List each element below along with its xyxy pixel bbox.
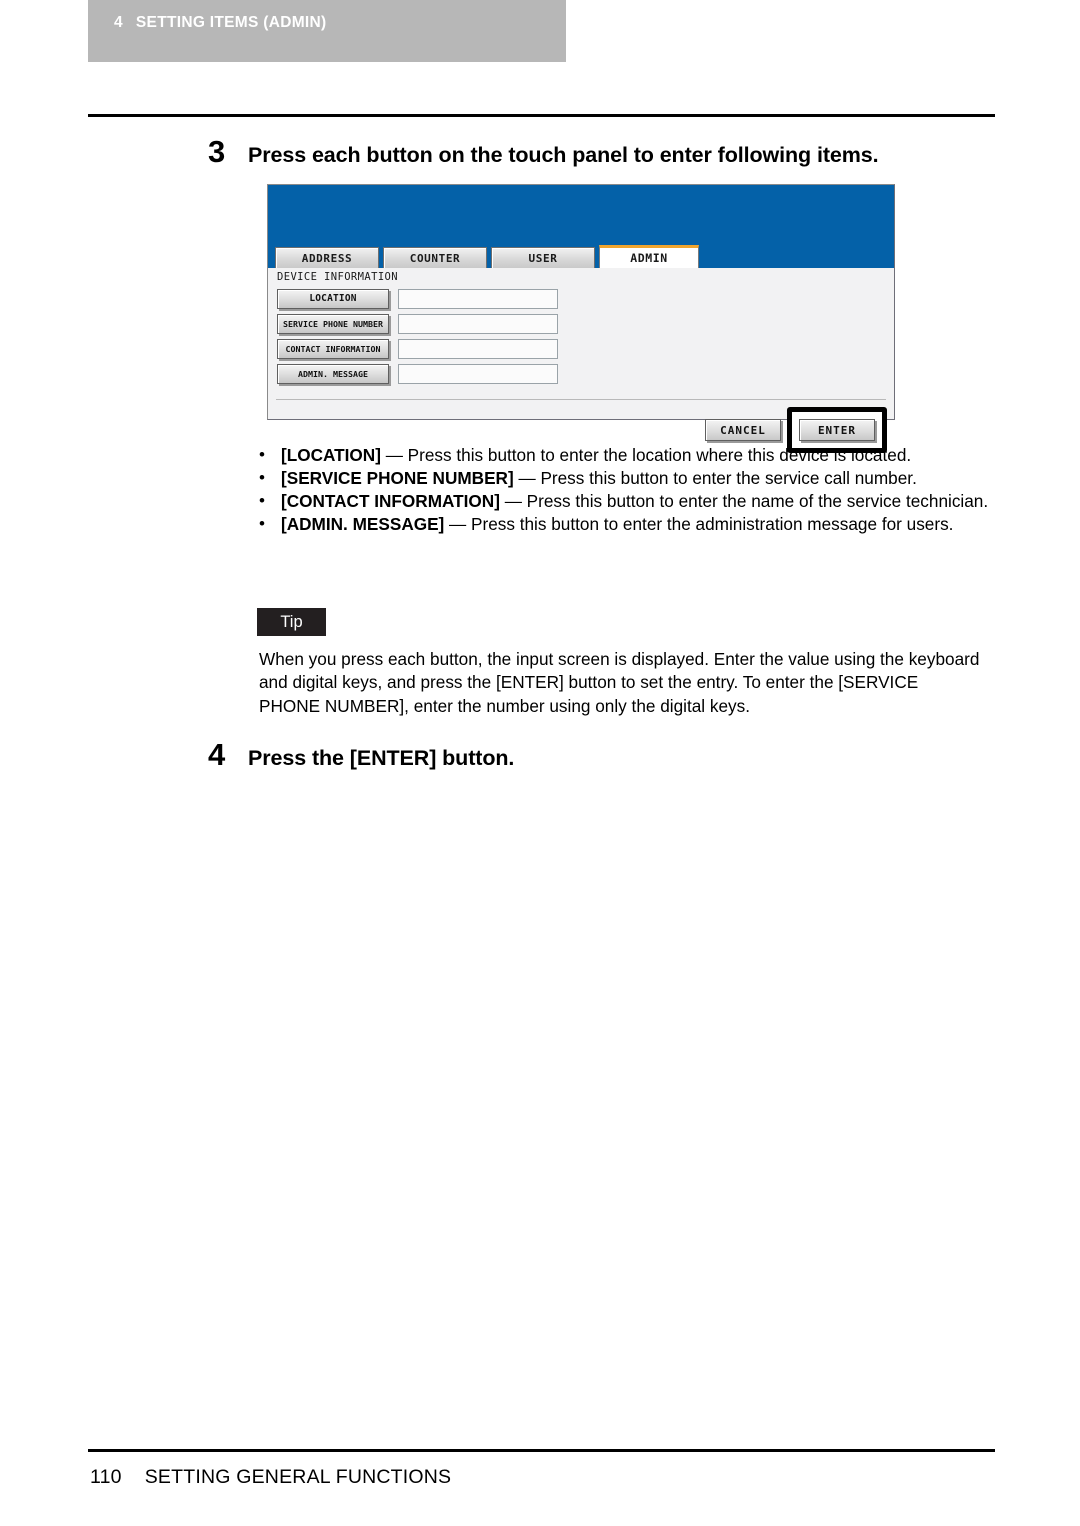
touch-panel-tabstrip: ADDRESS COUNTER USER ADMIN [268,245,894,268]
tab-counter[interactable]: COUNTER [383,247,487,268]
enter-button-label: ENTER [817,423,857,437]
location-button[interactable]: LOCATION [277,288,389,309]
page-number: 110 [90,1466,122,1488]
bullet-icon: • [259,513,265,533]
admin-message-button-label: ADMIN. MESSAGE [298,368,368,379]
step-3-number: 3 [208,134,226,169]
contact-information-button[interactable]: CONTACT INFORMATION [277,338,389,359]
list-item-description: — Press this button to enter the name of… [499,490,989,511]
tab-user-label: USER [528,251,558,265]
list-item-description: — Press this button to enter the adminis… [444,513,954,534]
list-item-body: [CONTACT INFORMATION] — Press this butto… [281,490,989,513]
tab-address[interactable]: ADDRESS [275,247,379,268]
field-row-service-phone-number: SERVICE PHONE NUMBER [277,313,567,334]
tab-address-label: ADDRESS [301,251,353,265]
service-phone-number-button-label: SERVICE PHONE NUMBER [283,318,383,329]
list-item-term: [CONTACT INFORMATION] [281,490,500,511]
running-head-chapter-number: 4 [114,14,123,31]
running-head-band: 4 SETTING ITEMS (ADMIN) [88,0,566,62]
bullet-icon: • [259,467,265,487]
cancel-button[interactable]: CANCEL [705,419,781,441]
field-row-location: LOCATION [277,288,567,309]
tab-counter-label: COUNTER [409,251,461,265]
touch-panel-header [268,185,894,246]
location-input[interactable] [398,288,558,309]
device-information-label: DEVICE INFORMATION [277,271,398,283]
tip-text: When you press each button, the input sc… [259,649,980,716]
list-item-term: [LOCATION] [281,445,381,465]
contact-information-button-label: CONTACT INFORMATION [285,343,381,354]
admin-message-button[interactable]: ADMIN. MESSAGE [277,363,389,384]
bullet-icon: • [259,445,265,464]
running-head-chapter-title: SETTING ITEMS (ADMIN) [135,14,327,31]
footer-divider [88,1449,995,1452]
step-4: 4 Press the [ENTER] button. [208,739,514,771]
list-item-body: [SERVICE PHONE NUMBER] — Press this butt… [281,467,989,490]
list-item-body: [ADMIN. MESSAGE] — Press this button to … [281,513,989,536]
field-row-admin-message: ADMIN. MESSAGE [277,363,567,384]
list-item: • [SERVICE PHONE NUMBER] — Press this bu… [259,467,989,490]
footer: 110 SETTING GENERAL FUNCTIONS [90,1466,451,1489]
list-item: • [LOCATION] — Press this button to ente… [259,444,989,467]
tab-admin[interactable]: ADMIN [599,245,699,268]
list-item-body: [LOCATION] — Press this button to enter … [281,444,989,467]
enter-button[interactable]: ENTER [799,419,875,441]
location-button-label: LOCATION [309,293,357,304]
service-phone-number-input[interactable] [398,313,558,334]
touch-panel-body: DEVICE INFORMATION LOCATION SERVICE PHON… [268,268,894,453]
step-3: 3 Press each button on the touch panel t… [208,136,879,168]
list-item-description: — Press this button to enter the service… [513,467,917,488]
service-phone-number-button[interactable]: SERVICE PHONE NUMBER [277,313,389,334]
tip-badge: Tip [257,608,326,636]
list-item: • [ADMIN. MESSAGE] — Press this button t… [259,513,989,536]
tab-user[interactable]: USER [491,247,595,268]
list-item: • [CONTACT INFORMATION] — Press this but… [259,490,989,513]
top-divider [88,114,995,117]
touch-panel-screenshot: ADDRESS COUNTER USER ADMIN DEVICE INFORM… [267,184,895,453]
bullet-icon: • [259,490,265,510]
contact-information-input[interactable] [398,338,558,359]
device-information-fields: LOCATION SERVICE PHONE NUMBER CONTACT IN… [277,288,567,388]
item-description-list: • [LOCATION] — Press this button to ente… [259,444,989,536]
tab-admin-label: ADMIN [630,251,668,265]
panel-separator [276,399,886,400]
list-item-description: — Press this button to enter the locatio… [380,445,912,465]
list-item-term: [SERVICE PHONE NUMBER] [281,467,514,488]
list-item-term: [ADMIN. MESSAGE] [281,513,445,534]
step-3-heading: Press each button on the touch panel to … [248,143,879,167]
admin-message-input[interactable] [398,363,558,384]
field-row-contact-information: CONTACT INFORMATION [277,338,567,359]
cancel-button-label: CANCEL [720,423,766,437]
step-4-number: 4 [208,737,226,772]
footer-section-title: SETTING GENERAL FUNCTIONS [144,1466,452,1488]
step-4-heading: Press the [ENTER] button. [248,746,515,770]
running-head: 4 SETTING ITEMS (ADMIN) [114,14,327,32]
